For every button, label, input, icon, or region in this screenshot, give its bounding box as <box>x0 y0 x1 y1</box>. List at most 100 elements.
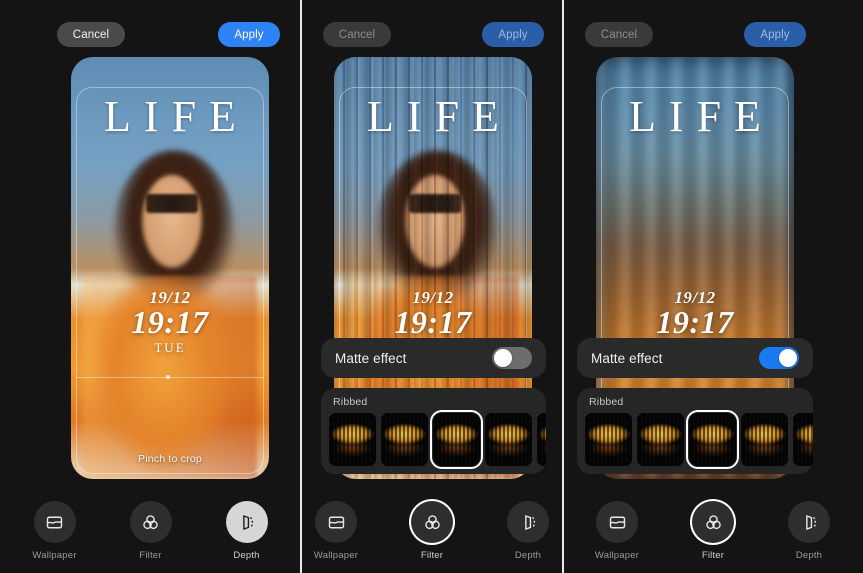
panel2-topbar: Cancel Apply <box>301 22 563 48</box>
lockscreen-time: 19:17 <box>656 304 734 340</box>
apply-button[interactable]: Apply <box>218 22 280 47</box>
thumb-ribs <box>381 413 428 466</box>
panel-crop: Cancel Apply LIFE 19/12 19:17 TUE Pinch … <box>0 0 301 573</box>
apply-button-dim[interactable]: Apply <box>744 22 806 47</box>
tab-depth[interactable]: Depth <box>496 501 560 561</box>
thumb-ribs <box>485 413 532 466</box>
tab-filter-label: Filter <box>420 550 444 561</box>
tab-wallpaper-circle <box>33 501 76 543</box>
thumb-ribs <box>793 413 813 466</box>
magazine-title: LIFE <box>629 92 774 141</box>
panel2-tool-tabs: Wallpaper Filter Depth <box>301 501 563 561</box>
depth-icon <box>243 514 254 530</box>
filter-thumb[interactable] <box>637 413 684 466</box>
filter-thumb[interactable] <box>329 413 376 466</box>
tab-depth-label: Depth <box>795 550 823 561</box>
apply-button-dim[interactable]: Apply <box>482 22 544 47</box>
filter-carousel[interactable]: Ribbed <box>321 388 546 474</box>
tab-depth-circle <box>507 501 549 543</box>
tab-depth-label: Depth <box>514 550 542 561</box>
filter-name-label: Ribbed <box>333 396 368 408</box>
thumb-ribs <box>689 413 736 466</box>
tab-wallpaper[interactable]: Wallpaper <box>304 501 368 561</box>
matte-effect-toggle[interactable] <box>759 347 799 369</box>
magazine-title: LIFE <box>367 92 512 141</box>
filter-thumb[interactable] <box>793 413 813 466</box>
photo-sunglasses <box>146 194 198 213</box>
filter-thumb-list <box>577 410 813 469</box>
filter-thumb[interactable] <box>381 413 428 466</box>
tab-wallpaper-circle <box>596 501 638 543</box>
thumb-ribs <box>741 413 788 466</box>
panel-divider-1 <box>300 0 302 573</box>
filter-circles-icon <box>424 514 440 529</box>
screenshot-root: Cancel Apply LIFE 19/12 19:17 TUE Pinch … <box>0 0 863 573</box>
crop-guide-line <box>76 377 264 378</box>
filter-circles-icon <box>705 514 721 529</box>
matte-effect-toggle-knob <box>779 349 797 367</box>
crop-handle-dot[interactable] <box>166 375 170 379</box>
filter-thumb[interactable] <box>537 413 546 466</box>
matte-effect-row[interactable]: Matte effect <box>321 338 546 378</box>
panel1-topbar: Cancel Apply <box>0 22 301 48</box>
tab-wallpaper-label: Wallpaper <box>32 550 77 561</box>
wallpaper-icon <box>609 516 625 528</box>
filter-thumb[interactable] <box>485 413 532 466</box>
depth-icon <box>524 514 535 530</box>
panel-filter-matte-off: Cancel Apply LIFE 19/12 19:17 TUE Matt <box>301 0 563 573</box>
filter-thumb-selected[interactable] <box>686 410 739 469</box>
panel-filter-matte-on: Cancel Apply LIFE 19/12 19:17 TUE Matte … <box>563 0 863 573</box>
tab-depth-circle <box>225 501 268 543</box>
tab-wallpaper-label: Wallpaper <box>594 550 640 561</box>
tab-wallpaper-label: Wallpaper <box>313 550 359 561</box>
tab-filter-label: Filter <box>701 550 725 561</box>
filter-thumb[interactable] <box>585 413 632 466</box>
wallpaper-icon <box>46 516 63 528</box>
filter-thumb[interactable] <box>741 413 788 466</box>
tab-depth-circle <box>788 501 830 543</box>
tab-wallpaper[interactable]: Wallpaper <box>23 501 87 561</box>
lockscreen-clock: 19/12 19:17 TUE <box>71 289 269 355</box>
tab-depth-label: Depth <box>233 550 260 561</box>
tab-depth[interactable]: Depth <box>777 501 841 561</box>
matte-effect-toggle[interactable] <box>492 347 532 369</box>
filter-thumb-selected[interactable] <box>430 410 483 469</box>
thumb-ribs <box>329 413 376 466</box>
tab-filter[interactable]: Filter <box>400 501 464 561</box>
panel3-tool-tabs: Wallpaper Filter Depth <box>563 501 863 561</box>
panel-divider-2 <box>562 0 564 573</box>
thumb-ribs <box>537 413 546 466</box>
tab-filter-circle <box>129 501 172 543</box>
thumb-ribs <box>433 413 480 466</box>
filter-circles-icon <box>143 514 158 529</box>
lockscreen-time: 19:17 <box>131 304 209 340</box>
tab-wallpaper-circle <box>315 501 357 543</box>
cancel-button[interactable]: Cancel <box>57 22 125 47</box>
panel1-tool-tabs: Wallpaper Filter Depth <box>0 501 301 561</box>
depth-icon <box>805 514 816 530</box>
phone-preview[interactable]: LIFE 19/12 19:17 TUE Pinch to crop <box>71 57 269 479</box>
filter-name-label: Ribbed <box>589 396 624 408</box>
tab-filter-circle <box>692 501 734 543</box>
cancel-button-dim[interactable]: Cancel <box>323 22 391 47</box>
tab-filter-circle <box>411 501 453 543</box>
tab-depth[interactable]: Depth <box>215 501 279 561</box>
filter-carousel[interactable]: Ribbed <box>577 388 813 474</box>
matte-effect-label: Matte effect <box>591 350 663 366</box>
filter-thumb-list <box>321 410 546 469</box>
tab-filter[interactable]: Filter <box>119 501 183 561</box>
lockscreen-time: 19:17 <box>394 304 472 340</box>
cancel-button-dim[interactable]: Cancel <box>585 22 653 47</box>
matte-effect-row[interactable]: Matte effect <box>577 338 813 378</box>
tab-filter[interactable]: Filter <box>681 501 745 561</box>
thumb-ribs <box>585 413 632 466</box>
tab-filter-label: Filter <box>139 550 162 561</box>
wallpaper-icon <box>328 516 344 528</box>
magazine-title: LIFE <box>104 92 249 141</box>
panel3-topbar: Cancel Apply <box>563 22 863 48</box>
matte-effect-label: Matte effect <box>335 350 407 366</box>
lockscreen-day: TUE <box>154 339 186 355</box>
matte-effect-toggle-knob <box>494 349 512 367</box>
thumb-ribs <box>637 413 684 466</box>
tab-wallpaper[interactable]: Wallpaper <box>585 501 649 561</box>
